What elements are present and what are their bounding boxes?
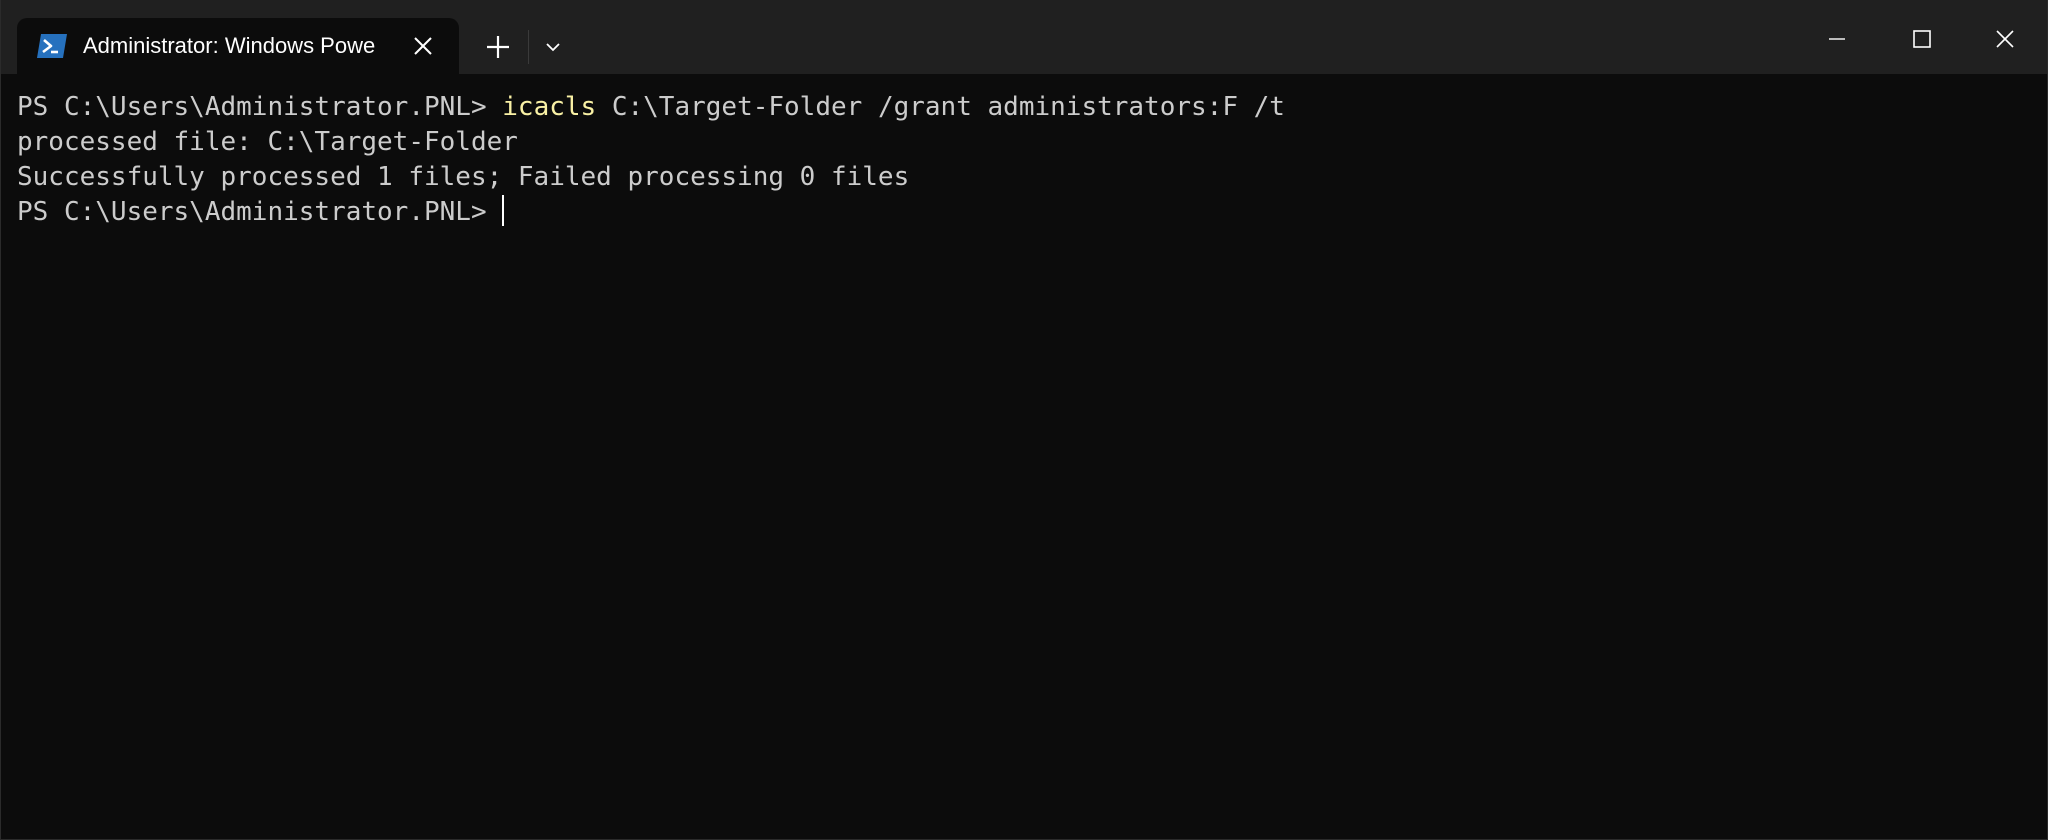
title-bar[interactable]: Administrator: Windows Powe: [1, 0, 2047, 74]
input-line[interactable]: PS C:\Users\Administrator.PNL>: [17, 195, 2047, 230]
prompt: PS C:\Users\Administrator.PNL>: [17, 92, 503, 122]
output-line: Successfully processed 1 files; Failed p…: [17, 162, 910, 192]
minimize-button[interactable]: [1795, 14, 1879, 64]
maximize-icon: [1913, 30, 1931, 48]
dropdown-button[interactable]: [538, 28, 568, 66]
command-args: C:\Target-Folder /grant administrators:F…: [596, 92, 1285, 122]
close-icon[interactable]: [411, 34, 435, 58]
scrollbar[interactable]: [2037, 74, 2047, 839]
text-cursor: [502, 195, 505, 226]
new-tab-button[interactable]: [479, 28, 517, 66]
tab-powershell[interactable]: Administrator: Windows Powe: [17, 18, 459, 74]
output-line: processed file: C:\Target-Folder: [17, 127, 518, 157]
minimize-icon: [1829, 38, 1845, 40]
close-icon: [1996, 30, 2014, 48]
terminal-output-area[interactable]: PS C:\Users\Administrator.PNL> icacls C:…: [1, 74, 2047, 839]
chevron-down-icon: [546, 43, 560, 52]
tab-title: Administrator: Windows Powe: [83, 33, 376, 58]
command-line: PS C:\Users\Administrator.PNL> icacls C:…: [17, 90, 2047, 125]
powershell-icon: [37, 34, 67, 58]
terminal-window: Administrator: Windows Powe PS C:\Users\…: [0, 0, 2048, 840]
close-window-button[interactable]: [1963, 14, 2047, 64]
tab-separator: [528, 30, 529, 64]
command-name: icacls: [502, 92, 597, 122]
plus-icon: [487, 36, 509, 58]
maximize-button[interactable]: [1879, 14, 1963, 64]
prompt: PS C:\Users\Administrator.PNL>: [17, 197, 503, 227]
